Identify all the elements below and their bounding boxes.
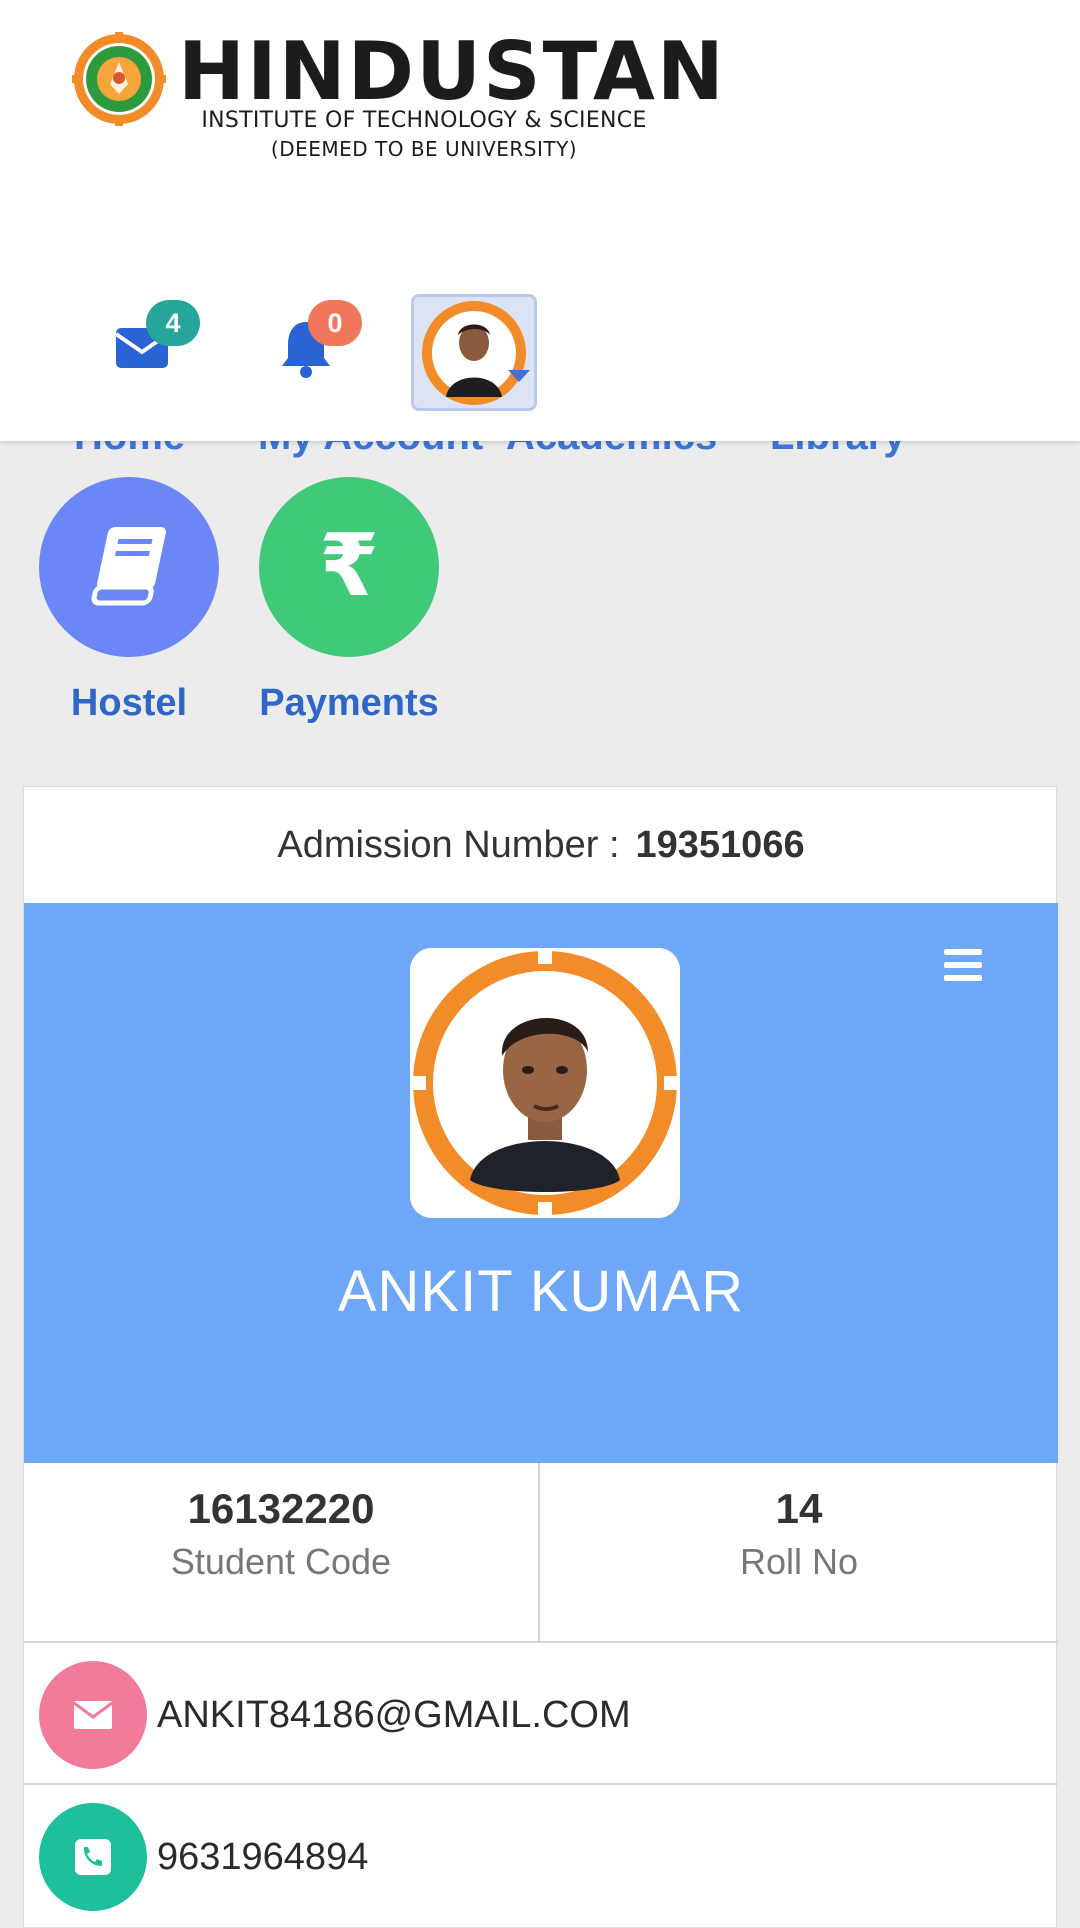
admission-number-value: 19351066 — [635, 824, 805, 866]
logo-title: HINDUSTAN — [178, 25, 726, 118]
avatar-photo — [414, 297, 534, 408]
phone-value[interactable]: 9631964894 — [157, 1787, 368, 1927]
admission-number-label: Admission Number : — [277, 824, 620, 866]
email-row: ANKIT84186@GMAIL.COM — [24, 1645, 1058, 1785]
phone-badge — [39, 1803, 147, 1911]
notification-count-badge[interactable]: 0 — [308, 300, 362, 346]
app-header: HINDUSTAN INSTITUTE OF TECHNOLOGY & SCIE… — [0, 0, 1080, 441]
student-code-stat: 16132220 Student Code — [24, 1463, 540, 1641]
student-name: ANKIT KUMAR — [337, 1259, 745, 1324]
logo-subtitle-deemed: (DEEMED TO BE UNIVERSITY) — [270, 137, 578, 161]
student-photo — [410, 948, 680, 1218]
nav-hostel-button[interactable] — [39, 477, 219, 657]
student-code-label: Student Code — [170, 1541, 392, 1582]
rupee-icon: ₹ — [319, 516, 379, 616]
hamburger-menu-icon[interactable] — [944, 949, 984, 983]
email-badge — [39, 1661, 147, 1769]
svg-text:₹: ₹ — [319, 516, 379, 616]
profile-header-panel: ANKIT KUMAR — [24, 903, 1058, 1463]
book-icon — [91, 527, 166, 606]
profile-photo — [410, 948, 680, 1218]
user-avatar-button[interactable] — [411, 294, 537, 411]
nav-hostel-label[interactable]: Hostel — [19, 682, 239, 725]
phone-row: 9631964894 — [24, 1787, 1058, 1927]
nav-payments-label[interactable]: Payments — [239, 682, 459, 725]
roll-no-label: Roll No — [739, 1541, 859, 1582]
student-code-value: 16132220 — [187, 1485, 375, 1532]
roll-no-stat: 14 Roll No — [541, 1463, 1057, 1641]
student-profile-card: Admission Number : 19351066 ANKIT KUMAR 1… — [23, 786, 1058, 1928]
chevron-down-icon[interactable] — [508, 370, 530, 382]
nav-payments-button[interactable]: ₹ — [259, 477, 439, 657]
phone-icon — [75, 1839, 111, 1875]
envelope-icon — [73, 1701, 113, 1729]
email-value[interactable]: ANKIT84186@GMAIL.COM — [157, 1645, 631, 1785]
mail-count-badge[interactable]: 4 — [146, 300, 200, 346]
roll-no-value: 14 — [775, 1485, 823, 1532]
admission-number-row: Admission Number : 19351066 — [24, 787, 1058, 903]
university-emblem-icon — [72, 32, 166, 126]
student-stats-row: 16132220 Student Code 14 Roll No — [24, 1463, 1058, 1643]
